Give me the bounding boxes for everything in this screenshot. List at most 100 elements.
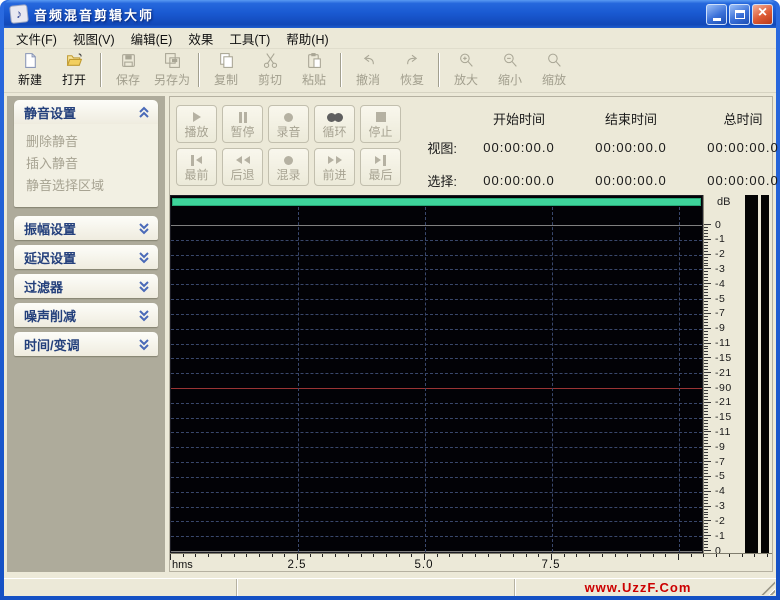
mix-record-icon	[284, 154, 293, 167]
db-tick	[704, 404, 708, 406]
db-tick	[704, 259, 708, 261]
db-tick	[704, 327, 711, 329]
zoom-icon	[546, 52, 563, 69]
db-tick	[704, 392, 708, 394]
db-tick	[704, 247, 708, 249]
chevron-up-icon[interactable]	[136, 104, 152, 120]
position-bar[interactable]	[172, 198, 701, 206]
redo-button[interactable]: 恢复	[390, 50, 434, 90]
chevron-down-icon[interactable]	[136, 278, 152, 294]
chevron-down-icon[interactable]	[136, 336, 152, 352]
chevron-down-icon[interactable]	[136, 307, 152, 323]
zoom-button[interactable]: 缩放	[532, 50, 576, 90]
menu-effects[interactable]: 效果	[180, 29, 221, 48]
toolbar-separator	[438, 52, 440, 87]
timeline-tick	[233, 554, 235, 557]
zoom-in-button[interactable]: 放大	[444, 50, 488, 90]
minimize-button[interactable]	[706, 3, 727, 25]
forward-button[interactable]: 前进	[314, 148, 355, 186]
panel-amplitude-settings-header[interactable]: 振幅设置	[14, 216, 158, 240]
go-start-button[interactable]: 最前	[176, 148, 217, 186]
db-tick	[704, 289, 708, 291]
timeline-tick	[665, 554, 667, 557]
toolbar-label: 恢复	[399, 72, 424, 87]
db-tick-label: -2	[715, 514, 726, 527]
panel-delay-settings-header[interactable]: 延迟设置	[14, 245, 158, 269]
db-tick	[704, 348, 708, 350]
db-tick	[704, 333, 708, 335]
record-button[interactable]: 录音	[268, 105, 309, 143]
toolbar-label: 新建	[17, 72, 42, 87]
sidebar-item-silence-selection[interactable]: 静音选择区域	[26, 175, 154, 197]
timeline-ruler[interactable]: hms 2.5 5.0 7.5	[170, 553, 772, 571]
title-bar[interactable]: ♪ 音频混音剪辑大师 ×	[4, 0, 776, 28]
db-tick	[704, 304, 708, 306]
undo-button[interactable]: 撤消	[346, 50, 390, 90]
pause-icon	[238, 111, 247, 124]
transport-label: 停止	[368, 124, 393, 139]
db-tick	[704, 226, 708, 228]
db-tick-label: 0	[715, 218, 722, 231]
panel-filter-header[interactable]: 过滤器	[14, 274, 158, 298]
db-tick	[704, 508, 708, 510]
db-tick	[704, 455, 708, 457]
save-as-icon	[164, 52, 181, 69]
db-tick	[704, 345, 708, 347]
menu-help[interactable]: 帮助(H)	[278, 29, 336, 48]
selection-row-label: 选择:	[427, 173, 457, 189]
play-icon	[192, 111, 201, 124]
copy-button[interactable]: 复制	[204, 50, 248, 90]
db-tick	[704, 428, 708, 430]
timeline-tick	[449, 554, 451, 557]
play-button[interactable]: 播放	[176, 105, 217, 143]
db-tick	[704, 490, 711, 492]
resize-grip[interactable]	[761, 581, 775, 595]
copy-icon	[218, 52, 235, 69]
db-tick	[704, 312, 711, 314]
stop-button[interactable]: 停止	[360, 105, 401, 143]
h-gridline	[171, 299, 702, 301]
timeline-tick	[741, 554, 743, 557]
zoom-out-button[interactable]: 缩小	[488, 50, 532, 90]
menu-edit[interactable]: 编辑(E)	[123, 29, 181, 48]
cut-button[interactable]: 剪切	[248, 50, 292, 90]
menu-view[interactable]: 视图(V)	[65, 29, 123, 48]
sidebar-item-delete-silence[interactable]: 删除静音	[26, 131, 154, 153]
sidebar-item-insert-silence[interactable]: 插入静音	[26, 153, 154, 175]
close-button[interactable]: ×	[752, 3, 773, 25]
chevron-down-icon[interactable]	[136, 220, 152, 236]
menu-tools[interactable]: 工具(T)	[221, 29, 278, 48]
db-tick	[704, 487, 708, 489]
go-end-button[interactable]: 最后	[360, 148, 401, 186]
panel-title: 振幅设置	[24, 221, 77, 237]
chevron-down-icon[interactable]	[136, 249, 152, 265]
loop-button[interactable]: 循环	[314, 105, 355, 143]
mix-record-button[interactable]: 混录	[268, 148, 309, 186]
view-start-time: 00:00:00.0	[483, 139, 555, 155]
waveform-display[interactable]	[170, 195, 703, 553]
level-meter-left	[745, 195, 758, 553]
timeline-tick	[512, 554, 514, 557]
paste-button[interactable]: 粘贴	[292, 50, 336, 90]
panel-noise-reduction-header[interactable]: 噪声削减	[14, 303, 158, 327]
pause-button[interactable]: 暂停	[222, 105, 263, 143]
db-tick	[704, 339, 708, 341]
menu-file[interactable]: 文件(F)	[8, 29, 65, 48]
save-button[interactable]: 保存	[106, 50, 150, 90]
window-title: 音频混音剪辑大师	[34, 7, 155, 23]
rewind-button[interactable]: 后退	[222, 148, 263, 186]
control-strip: 播放 暂停 录音 循环 停止 最前 后退 混录 前进 最后 开始时间 结束时间 …	[170, 97, 778, 195]
h-gridline	[171, 402, 702, 404]
open-button[interactable]: 打开	[52, 50, 96, 90]
timeline-tick	[474, 554, 476, 557]
new-button[interactable]: 新建	[8, 50, 52, 90]
toolbar-label: 缩放	[541, 72, 566, 87]
panel-silence-settings-header[interactable]: 静音设置	[14, 100, 158, 124]
toolbar-label: 撤消	[355, 72, 380, 87]
save-as-button[interactable]: 另存为	[150, 50, 194, 90]
maximize-button[interactable]	[729, 3, 750, 25]
panel-title: 时间/变调	[24, 337, 80, 353]
db-tick	[704, 535, 711, 537]
panel-time-pitch-header[interactable]: 时间/变调	[14, 332, 158, 356]
close-icon: ×	[757, 4, 768, 21]
